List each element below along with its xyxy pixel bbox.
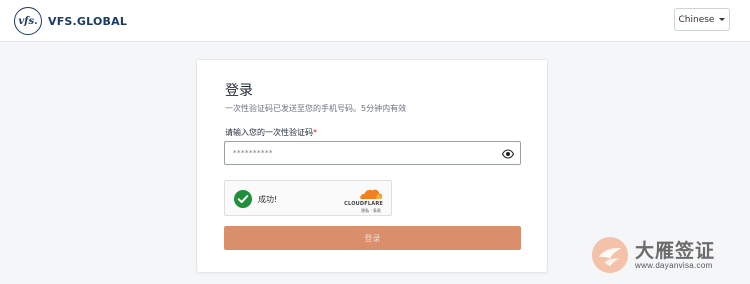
watermark-url: www.dayanvisa.com [635,261,713,270]
cloudflare-logo-icon [360,189,383,199]
otp-field-label: 请输入您的一次性验证码* [225,127,317,138]
dayan-emblem-icon [591,236,629,274]
vfs-logo-text: VFS.GLOBAL [48,14,128,28]
otp-input-value: ********** [233,149,273,157]
captcha-status: 成功! [258,195,278,204]
language-selector[interactable]: Chinese [674,8,730,31]
page-title: 登录 [225,83,253,99]
top-header: vfs. VFS.GLOBAL Chinese [0,0,750,42]
eye-icon[interactable] [502,148,514,160]
cloudflare-captcha[interactable]: 成功! CLOUDFLARE 隐私 · 条款 [224,180,392,216]
vfs-logo[interactable]: vfs. VFS.GLOBAL [14,6,127,36]
required-asterisk: * [313,128,317,137]
dayan-watermark: 大雁签证 www.dayanvisa.com [591,236,741,276]
login-card: 登录 一次性验证码已发送至您的手机号码。5分钟内有效 请输入您的一次性验证码* … [196,59,548,273]
watermark-title: 大雁签证 [635,240,716,262]
otp-input[interactable]: ********** [224,141,521,165]
check-circle-icon [234,190,252,208]
cloudflare-brand: CLOUDFLARE [344,201,383,207]
captcha-links[interactable]: 隐私 · 条款 [361,208,381,214]
otp-sent-message: 一次性验证码已发送至您的手机号码。5分钟内有效 [225,104,407,113]
login-button[interactable]: 登录 [224,226,521,250]
vfs-logo-mark: vfs. [14,7,42,35]
language-label: Chinese [678,14,715,25]
caret-down-icon [719,18,726,21]
otp-label-text: 请输入您的一次性验证码 [225,128,313,137]
